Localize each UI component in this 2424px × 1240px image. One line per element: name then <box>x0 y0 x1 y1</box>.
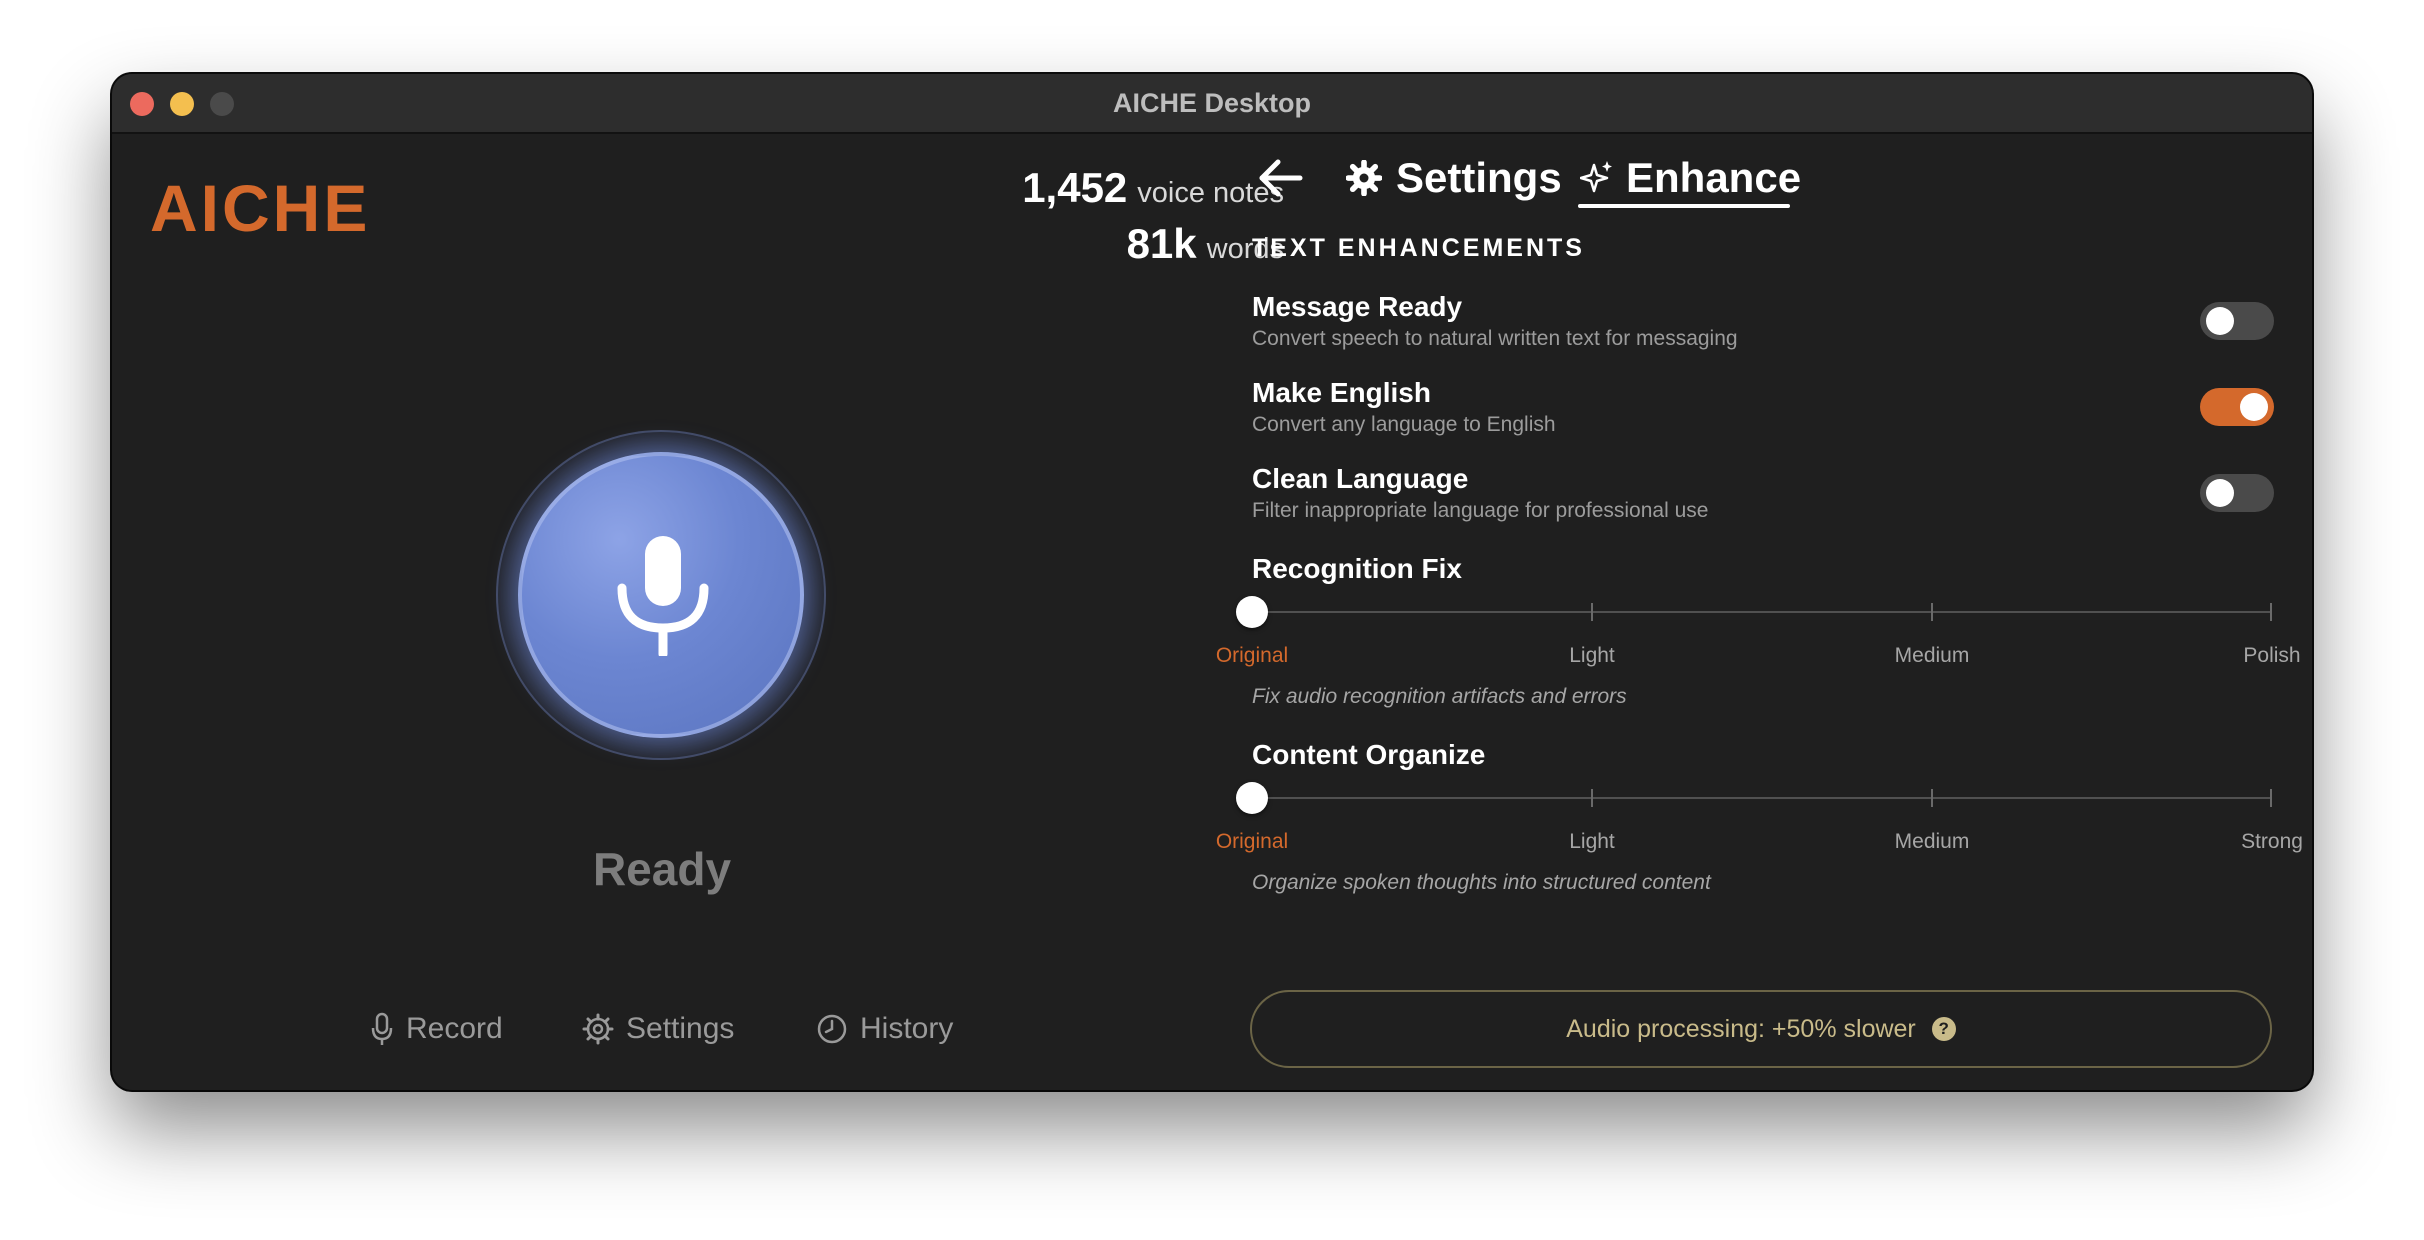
toggle-knob <box>2240 393 2268 421</box>
nav-settings-label: Settings <box>626 1012 735 1045</box>
recognition-fix-title: Recognition Fix <box>1252 553 1462 584</box>
slider-thumb[interactable] <box>1236 596 1268 628</box>
slider-track <box>1252 797 2272 799</box>
tab-settings[interactable]: Settings <box>1346 148 1562 208</box>
option-message-ready-description: Convert speech to natural written text f… <box>1252 327 1738 350</box>
message-ready-toggle[interactable] <box>2200 302 2274 340</box>
app-logo: AICHE <box>150 171 371 245</box>
clock-icon <box>817 1014 847 1044</box>
slider-tick <box>1931 603 1933 621</box>
tab-settings-label: Settings <box>1396 154 1562 201</box>
voice-notes-count: 1,452 <box>1022 164 1128 211</box>
tab-enhance[interactable]: Enhance <box>1580 148 1801 208</box>
words-count: 81k <box>1126 220 1197 267</box>
title-bar: AICHE Desktop <box>112 74 2312 134</box>
slider-tick <box>1591 789 1593 807</box>
window-title: AICHE Desktop <box>1112 88 1312 118</box>
slider-thumb[interactable] <box>1236 782 1268 814</box>
help-icon[interactable]: ? <box>1931 1017 1956 1041</box>
microphone-icon <box>371 1012 393 1045</box>
audio-processing-notice: Audio processing: +50% slower ? <box>1250 990 2272 1068</box>
option-make-english-title: Make English <box>1252 377 1431 408</box>
recognition-fix-level-light[interactable]: Light <box>1512 644 1672 668</box>
slider-track <box>1252 611 2272 613</box>
recognition-fix-hint: Fix audio recognition artifacts and erro… <box>1252 685 1627 708</box>
option-make-english-description: Convert any language to English <box>1252 413 1556 436</box>
recognition-fix-level-polish[interactable]: Polish <box>2192 644 2352 668</box>
back-arrow-icon <box>1259 159 1303 197</box>
nav-record[interactable]: Record <box>370 1004 503 1054</box>
content-organize-title: Content Organize <box>1252 739 1486 770</box>
content-organize-slider[interactable] <box>1236 778 2272 818</box>
nav-record-label: Record <box>406 1012 503 1045</box>
section-title: TEXT ENHANCEMENTS <box>1252 234 1585 262</box>
toggle-knob <box>2206 307 2234 335</box>
slider-tick <box>1591 603 1593 621</box>
voice-notes-stat: 1,452 voice notes <box>1022 164 1284 212</box>
nav-history-label: History <box>860 1012 954 1045</box>
recognition-fix-slider[interactable] <box>1236 592 2272 632</box>
audio-processing-text: Audio processing: +50% slower <box>1566 1014 1916 1043</box>
slider-tick <box>2270 603 2272 621</box>
slider-tick <box>2270 789 2272 807</box>
active-tab-indicator <box>1578 204 1790 208</box>
record-mic-button[interactable] <box>518 452 804 738</box>
tab-enhance-label: Enhance <box>1626 154 1802 201</box>
content-organize-level-light[interactable]: Light <box>1512 830 1672 854</box>
option-clean-language-description: Filter inappropriate language for profes… <box>1252 499 1709 522</box>
content-organize-level-medium[interactable]: Medium <box>1852 830 2012 854</box>
option-clean-language-title: Clean Language <box>1252 463 1469 494</box>
microphone-icon <box>617 536 709 656</box>
option-message-ready-title: Message Ready <box>1252 291 1463 322</box>
recording-status: Ready <box>592 843 732 895</box>
sparkle-icon <box>1580 161 1612 193</box>
recognition-fix-level-medium[interactable]: Medium <box>1852 644 2012 668</box>
nav-history[interactable]: History <box>816 1004 953 1054</box>
clean-language-toggle[interactable] <box>2200 474 2274 512</box>
content-organize-hint: Organize spoken thoughts into structured… <box>1252 871 1711 894</box>
recognition-fix-level-original[interactable]: Original <box>1172 644 1332 668</box>
nav-settings[interactable]: Settings <box>582 1004 734 1054</box>
slider-tick <box>1931 789 1933 807</box>
gear-icon <box>582 1013 614 1045</box>
gear-icon <box>1346 160 1382 196</box>
content-organize-level-strong[interactable]: Strong <box>2192 830 2352 854</box>
make-english-toggle[interactable] <box>2200 388 2274 426</box>
back-button[interactable] <box>1256 148 1304 208</box>
content-organize-level-original[interactable]: Original <box>1172 830 1332 854</box>
toggle-knob <box>2206 479 2234 507</box>
